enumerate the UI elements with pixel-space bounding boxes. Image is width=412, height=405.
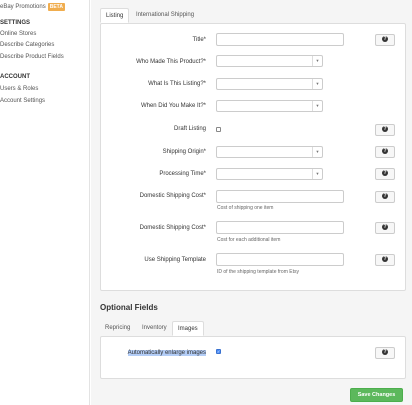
help-icon: ? bbox=[382, 193, 388, 200]
sidebar-item-ebay-promotions[interactable]: eBay Promotions BETA bbox=[0, 3, 65, 11]
help-icon: ? bbox=[382, 224, 388, 231]
who-made-select[interactable]: ▼ bbox=[216, 55, 323, 67]
processing-time-help-button[interactable]: ? bbox=[375, 168, 395, 180]
chevron-down-icon: ▼ bbox=[312, 101, 322, 111]
draft-checkbox[interactable] bbox=[216, 127, 221, 132]
domestic-cost-help-button[interactable]: ? bbox=[375, 191, 395, 203]
shipping-template-input[interactable] bbox=[216, 253, 344, 266]
shipping-origin-label: Shipping Origin* bbox=[162, 149, 206, 155]
save-changes-button[interactable]: Save Changes bbox=[350, 388, 403, 402]
chevron-down-icon: ▼ bbox=[312, 79, 322, 89]
sidebar-item-describe-categories[interactable]: Describe Categories bbox=[0, 42, 54, 48]
what-is-label: What Is This Listing?* bbox=[148, 81, 206, 87]
beta-badge: BETA bbox=[47, 3, 65, 11]
shipping-template-hint: ID of the shipping template from Etsy bbox=[217, 269, 299, 275]
page: eBay Promotions BETA SETTINGS Online Stor… bbox=[0, 0, 412, 405]
processing-time-label: Processing Time* bbox=[159, 171, 206, 177]
domestic-cost-additional-label: Domestic Shipping Cost* bbox=[139, 225, 206, 231]
chevron-down-icon: ▼ bbox=[312, 147, 322, 157]
tab-listing[interactable]: Listing bbox=[100, 8, 130, 23]
chevron-down-icon: ▼ bbox=[312, 56, 322, 66]
shipping-template-label: Use Shipping Template bbox=[144, 257, 206, 263]
enlarge-images-help-button[interactable]: ? bbox=[375, 347, 395, 359]
tab-international-shipping[interactable]: International Shipping bbox=[131, 8, 199, 23]
when-made-select[interactable]: ▼ bbox=[216, 100, 323, 112]
shipping-template-help-button[interactable]: ? bbox=[375, 254, 395, 266]
help-icon: ? bbox=[382, 148, 388, 155]
sidebar-item-describe-product-fields[interactable]: Describe Product Fields bbox=[0, 54, 64, 60]
help-icon: ? bbox=[382, 256, 388, 263]
when-made-label: When Did You Make It?* bbox=[140, 103, 206, 109]
tab-images[interactable]: Images bbox=[172, 321, 204, 336]
title-help-button[interactable]: ? bbox=[375, 34, 395, 46]
domestic-cost-label: Domestic Shipping Cost* bbox=[139, 193, 206, 199]
tab-inventory[interactable]: Inventory bbox=[137, 321, 172, 336]
title-input[interactable] bbox=[216, 33, 344, 46]
images-panel bbox=[100, 336, 406, 379]
what-is-select[interactable]: ▼ bbox=[216, 78, 323, 90]
domestic-cost-additional-help-button[interactable]: ? bbox=[375, 222, 395, 234]
enlarge-images-label: Automatically enlarge images bbox=[127, 350, 206, 356]
draft-label: Draft Listing bbox=[173, 126, 206, 132]
shipping-origin-select[interactable]: ▼ bbox=[216, 146, 323, 158]
sidebar-item-users-roles[interactable]: Users & Roles bbox=[0, 86, 38, 92]
settings-heading: SETTINGS bbox=[0, 20, 31, 26]
optional-fields-title: Optional Fields bbox=[100, 303, 158, 312]
domestic-cost-input[interactable] bbox=[216, 190, 344, 203]
shipping-origin-help-button[interactable]: ? bbox=[375, 146, 395, 158]
sidebar-item-online-stores[interactable]: Online Stores bbox=[0, 31, 36, 37]
domestic-cost-additional-hint: Cost for each additional item bbox=[217, 237, 281, 243]
domestic-cost-additional-input[interactable] bbox=[216, 221, 344, 234]
help-icon: ? bbox=[382, 170, 388, 177]
chevron-down-icon: ▼ bbox=[312, 169, 322, 179]
sidebar-item-label: eBay Promotions bbox=[0, 4, 46, 10]
who-made-label: Who Made This Product?* bbox=[136, 59, 206, 65]
account-heading: ACCOUNT bbox=[0, 74, 30, 80]
help-icon: ? bbox=[382, 36, 388, 43]
sidebar: eBay Promotions BETA SETTINGS Online Stor… bbox=[0, 0, 90, 405]
title-label: Title* bbox=[192, 37, 206, 43]
draft-help-button[interactable]: ? bbox=[375, 124, 395, 136]
enlarge-images-checkbox[interactable]: ✓ bbox=[216, 349, 221, 354]
domestic-cost-hint: Cost of shipping one item bbox=[217, 205, 274, 211]
processing-time-select[interactable]: ▼ bbox=[216, 168, 323, 180]
help-icon: ? bbox=[382, 126, 388, 133]
help-icon: ? bbox=[382, 349, 388, 356]
sidebar-item-account-settings[interactable]: Account Settings bbox=[0, 98, 45, 104]
tab-repricing[interactable]: Repricing bbox=[100, 321, 135, 336]
